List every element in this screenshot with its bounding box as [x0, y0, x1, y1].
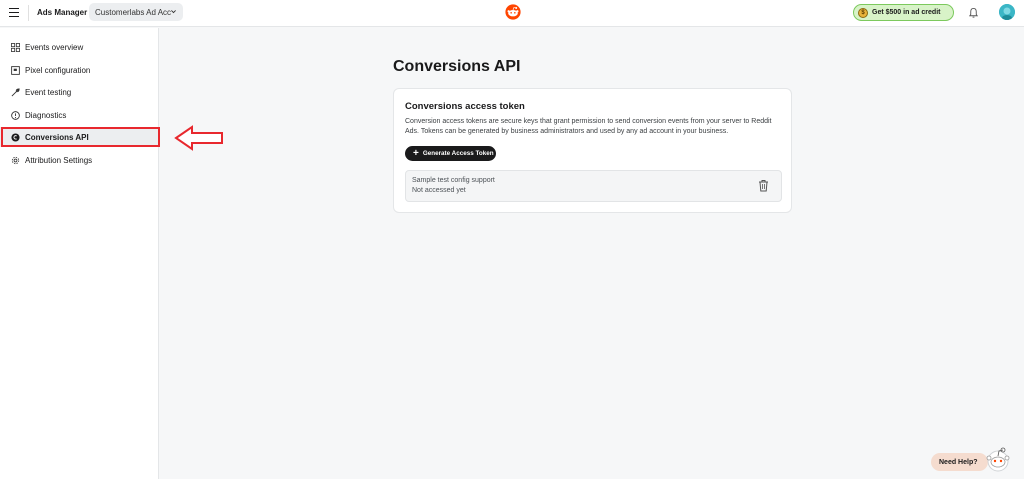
app-title: Ads Manager	[37, 8, 88, 17]
chevron-down-icon	[171, 10, 176, 14]
page-title: Conversions API	[393, 58, 521, 75]
sidebar-item-label: Events overview	[25, 42, 84, 52]
token-status: Not accessed yet	[412, 187, 466, 194]
sidebar-item-pixel-configuration[interactable]: Pixel configuration	[0, 60, 159, 80]
sidebar-item-label: Event testing	[25, 87, 72, 97]
capi-icon	[11, 132, 20, 142]
generate-access-token-label: Generate Access Token	[422, 150, 494, 157]
token-name: Sample test config support	[412, 177, 495, 184]
help-bot-icon[interactable]	[982, 442, 1014, 474]
sidebar-item-attribution-settings[interactable]: Attribution Settings	[0, 150, 159, 170]
need-help-button[interactable]: Need Help?	[931, 453, 988, 471]
plus-icon: +	[413, 147, 419, 159]
wrench-icon	[11, 87, 20, 97]
avatar[interactable]	[999, 4, 1015, 20]
token-row: Sample test config support Not accessed …	[405, 170, 782, 202]
card-title: Conversions access token	[405, 101, 525, 112]
trash-icon[interactable]	[758, 179, 769, 192]
notification-icon[interactable]	[968, 7, 979, 19]
avatar-icon	[999, 4, 1015, 20]
sidebar-item-label: Pixel configuration	[25, 65, 91, 75]
menu-icon[interactable]	[9, 8, 19, 18]
sidebar-item-label: Diagnostics	[25, 110, 67, 120]
reddit-logo-icon[interactable]	[505, 4, 521, 20]
divider	[28, 5, 29, 21]
sidebar-item-event-testing[interactable]: Event testing	[0, 82, 159, 102]
ad-credit-button[interactable]: $ Get $500 in ad credit	[853, 4, 954, 21]
sidebar-item-conversions-api[interactable]: Conversions API	[0, 127, 159, 147]
grid-icon	[11, 42, 20, 52]
account-selector[interactable]: Customerlabs Ad Acc	[89, 3, 183, 21]
need-help-label: Need Help?	[939, 458, 978, 466]
coin-icon: $	[858, 7, 868, 18]
sidebar-item-label: Attribution Settings	[25, 155, 93, 165]
sidebar-item-label: Conversions API	[25, 132, 89, 142]
sidebar: Events overview Pixel configuration Even…	[0, 28, 160, 479]
sidebar-item-events-overview[interactable]: Events overview	[0, 37, 159, 57]
info-icon	[11, 110, 20, 120]
generate-access-token-button[interactable]: + Generate Access Token	[405, 146, 496, 161]
access-token-card: Conversions access token Conversion acce…	[393, 88, 792, 213]
account-name: Customerlabs Ad Acc	[95, 7, 172, 17]
sidebar-item-diagnostics[interactable]: Diagnostics	[0, 105, 159, 125]
top-bar: Ads Manager Customerlabs Ad Acc $ Get $5…	[0, 0, 1024, 27]
gear-icon	[11, 156, 20, 165]
card-description: Conversion access tokens are secure keys…	[405, 118, 772, 135]
ad-credit-label: Get $500 in ad credit	[872, 9, 941, 16]
arrow-left-icon	[174, 125, 223, 151]
pixel-icon	[11, 65, 20, 75]
